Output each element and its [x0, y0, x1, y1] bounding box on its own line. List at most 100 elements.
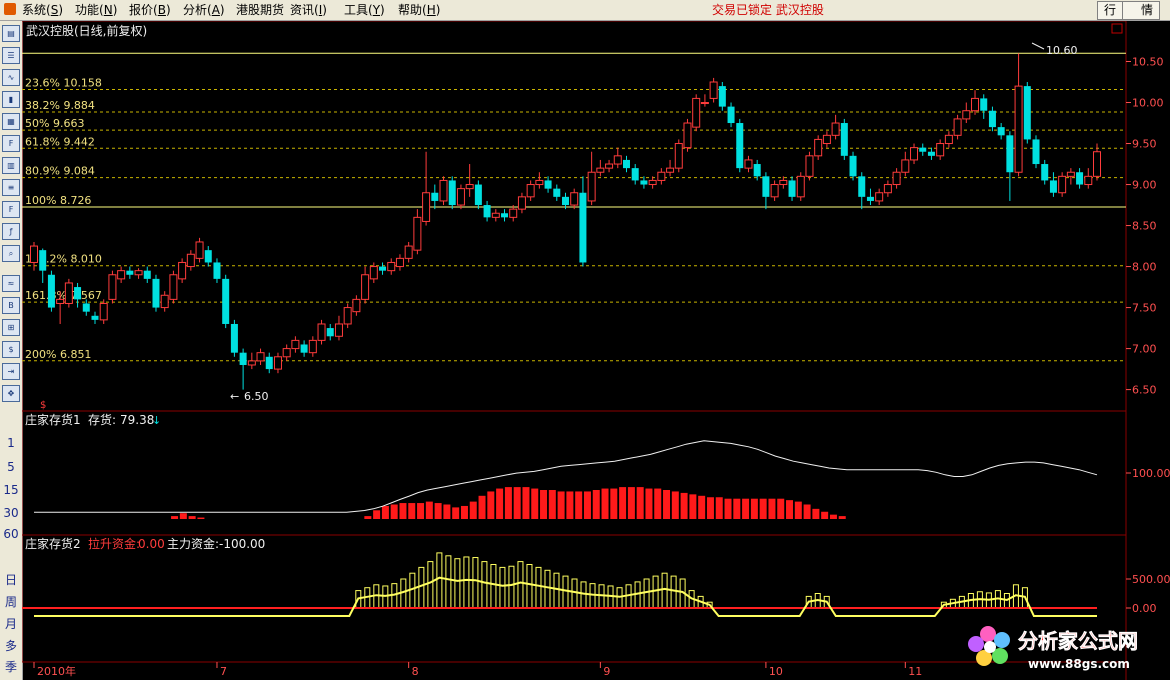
menu-news[interactable]: 资讯(I)	[290, 2, 327, 18]
candle-body-up	[709, 81, 718, 99]
inventory-bar	[636, 487, 644, 519]
cycle-month[interactable]: 月	[0, 615, 22, 632]
period-60min[interactable]: 60	[0, 527, 22, 541]
funds-tick-label: 500.00	[1132, 573, 1170, 586]
funds-tick-label: 0.00	[1132, 602, 1157, 615]
site-watermark: 分析家公式网 www.88gs.com	[968, 626, 1138, 671]
f2-icon[interactable]: F	[2, 201, 20, 218]
price-tick-label: 10.50	[1132, 56, 1164, 69]
menu-help[interactable]: 帮助(H)	[398, 2, 440, 18]
inventory-bar	[592, 490, 600, 519]
menu-hk-futures[interactable]: 港股期货	[236, 2, 284, 18]
fib-level-label: 200% 6.851	[25, 348, 91, 361]
kline-chart[interactable]: 23.6% 10.158 38.2% 9.884 50% 9.663 61.8% 9.…	[22, 21, 1170, 680]
menu-bar: 系统(S) 功能(N) 报价(B) 分析(A) 港股期货 资讯(I) 工具(Y)…	[0, 0, 1170, 21]
period-5min[interactable]: 5	[0, 460, 22, 474]
menu-function[interactable]: 功能(N)	[75, 2, 117, 18]
candle-body-down	[640, 180, 648, 185]
candle-body-down	[222, 278, 230, 324]
inventory-bar	[452, 507, 460, 519]
candle-body-down	[1041, 164, 1049, 181]
candle-body-up	[308, 339, 317, 354]
inventory-bar	[504, 487, 512, 519]
candle-body-up	[273, 356, 282, 370]
candle-body-up	[910, 147, 919, 161]
candle-body-down	[448, 180, 456, 206]
candle-body-up	[648, 179, 657, 186]
candle-body-up	[901, 159, 910, 173]
candle-body-up	[64, 282, 73, 304]
candle-body-down	[74, 287, 82, 300]
menu-tools[interactable]: 工具(Y)	[344, 2, 385, 18]
lock-status-text: 交易已锁定 武汉控股	[712, 3, 824, 17]
candle-body-down	[788, 180, 796, 197]
candle-body-up	[169, 274, 178, 300]
sub-panel-1-title: 庄家存货1	[25, 412, 81, 427]
period-1min[interactable]: 1	[0, 436, 22, 450]
inventory-bar	[434, 503, 442, 519]
page-icon[interactable]: ▤	[2, 25, 20, 42]
pull-funds-label: 拉升资金:	[88, 536, 140, 551]
candle-body-up	[831, 122, 840, 136]
line-chart-icon[interactable]: ∿	[2, 69, 20, 86]
period-30min[interactable]: 30	[0, 506, 22, 520]
quote-button-right[interactable]: 情	[1122, 1, 1160, 20]
candle-body-up	[247, 360, 256, 366]
candle-body-down	[431, 192, 439, 201]
funds-bar	[562, 575, 569, 609]
chart-list-icon[interactable]: ▥	[2, 157, 20, 174]
pull-funds-value: 0.00	[138, 537, 165, 551]
cycle-day[interactable]: 日	[0, 571, 22, 588]
main-funds-line	[34, 576, 1097, 617]
move-icon[interactable]: ✥	[2, 385, 20, 402]
candle-body-down	[753, 164, 761, 177]
cycle-multi[interactable]: 多	[0, 637, 22, 654]
inventory-bar	[171, 516, 179, 519]
money-icon[interactable]: $	[2, 341, 20, 358]
search-icon[interactable]: ⌕	[2, 245, 20, 262]
document-icon[interactable]: ≡	[2, 179, 20, 196]
candle-body-up	[814, 138, 823, 157]
candle-body-down	[631, 168, 639, 181]
candle-body-down	[997, 127, 1005, 136]
menu-analysis[interactable]: 分析(A)	[183, 2, 225, 18]
candle-body-up	[1058, 175, 1067, 194]
grid-icon[interactable]: ⊞	[2, 319, 20, 336]
inventory-bar	[417, 503, 425, 519]
table-icon[interactable]: ▦	[2, 113, 20, 130]
candle-body-down	[265, 356, 273, 370]
menu-system[interactable]: 系统(S)	[22, 2, 63, 18]
candle-body-up	[387, 261, 396, 272]
cycle-quarter[interactable]: 季	[0, 658, 22, 675]
quote-button[interactable]: 行	[1097, 1, 1124, 20]
list-icon[interactable]: ☰	[2, 47, 20, 64]
candle-body-up	[56, 298, 65, 304]
period-15min[interactable]: 15	[0, 483, 22, 497]
cycle-week[interactable]: 周	[0, 593, 22, 610]
menu-quote[interactable]: 报价(B)	[129, 2, 171, 18]
candle-body-up	[465, 184, 474, 190]
funds-bar	[490, 564, 497, 609]
inventory-bar	[733, 498, 741, 519]
candle-body-up	[596, 167, 605, 173]
candle-body-down	[1023, 86, 1031, 140]
bst-icon[interactable]: B	[2, 297, 20, 314]
inventory-bar	[627, 487, 635, 519]
inventory-bar	[742, 498, 750, 519]
price-tick-label: 8.50	[1132, 220, 1157, 233]
time-tick-label: 9	[603, 665, 610, 678]
inventory-bar	[645, 488, 653, 519]
wave-icon[interactable]: ≈	[2, 275, 20, 292]
candle-body-down	[736, 123, 744, 169]
funds-bar	[454, 558, 461, 609]
price-tick-label: 9.00	[1132, 179, 1157, 192]
price-tick-label: 8.00	[1132, 261, 1157, 274]
candle-chart-icon[interactable]: ▮	[2, 91, 20, 108]
inventory-bar	[408, 503, 416, 519]
f10-icon[interactable]: F	[2, 135, 20, 152]
formula-icon[interactable]: ƒ	[2, 223, 20, 240]
flower-logo-icon	[968, 626, 1010, 666]
exit-icon[interactable]: ⇥	[2, 363, 20, 380]
time-tick-label: 7	[220, 665, 227, 678]
panel-maximize-icon[interactable]	[1111, 23, 1123, 34]
